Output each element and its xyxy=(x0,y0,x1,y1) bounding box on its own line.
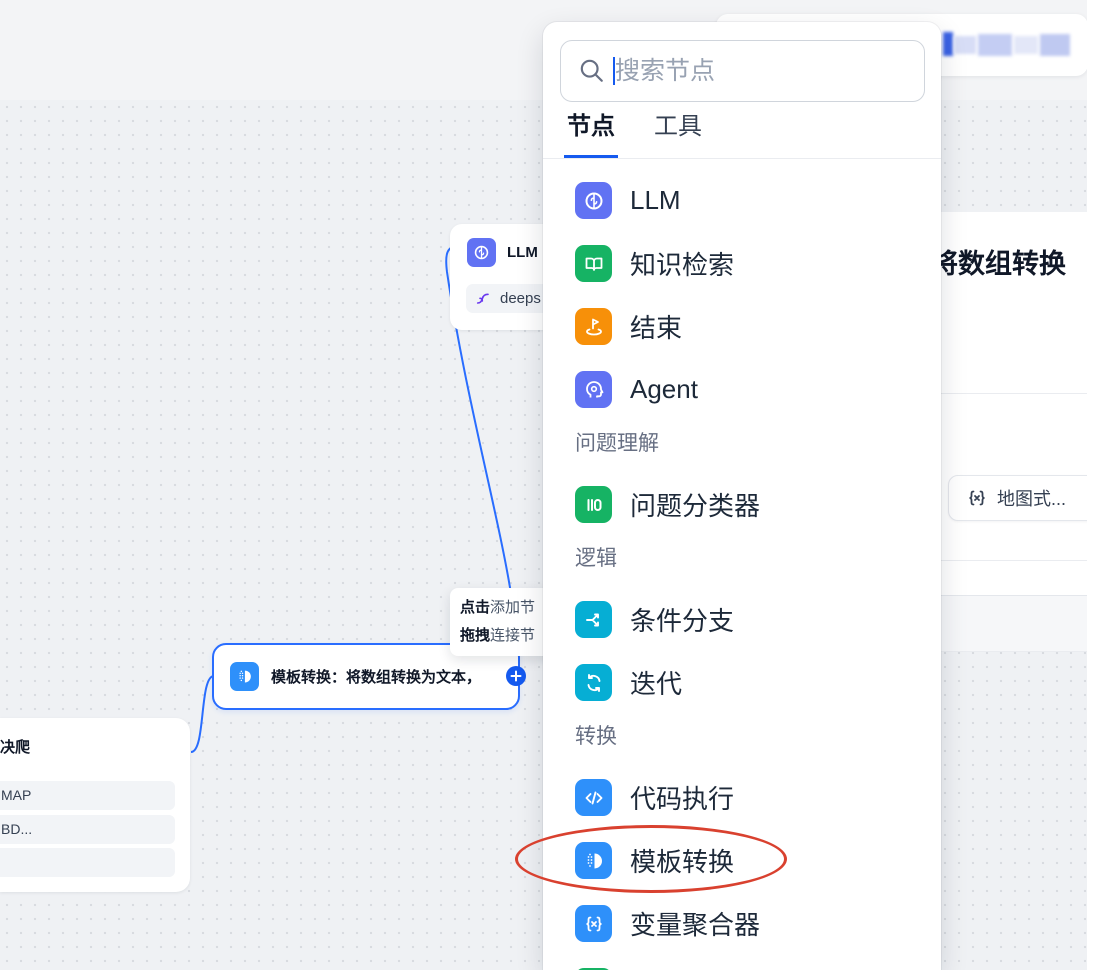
crawler-node-row: MAP xyxy=(0,781,175,810)
list-item-knowledge-retrieval[interactable]: 知识检索 xyxy=(543,232,941,295)
list-item-variable-aggregator[interactable]: 变量聚合器 xyxy=(543,892,941,955)
crawler-node-row-empty xyxy=(0,848,175,877)
blurred-content xyxy=(943,32,953,56)
window-edge xyxy=(1087,0,1098,970)
book-icon xyxy=(575,245,612,282)
variable-aggregator-icon xyxy=(575,905,612,942)
model-name: deeps xyxy=(500,290,541,307)
edge-template-to-crawler xyxy=(190,675,215,753)
list-item-iteration[interactable]: 迭代 xyxy=(543,651,941,714)
deepseek-icon xyxy=(476,293,489,304)
list-item-label: 代码执行 xyxy=(630,784,735,814)
tab-bar: 节点 工具 xyxy=(564,102,705,158)
list-item-label: 知识检索 xyxy=(630,250,735,280)
tooltip-drag-strong: 拖拽 xyxy=(460,627,491,644)
variable-chip[interactable]: 地图式... xyxy=(948,475,1088,521)
search-box[interactable] xyxy=(560,40,925,102)
list-item-agent[interactable]: Agent xyxy=(543,358,941,421)
list-item-label: 结束 xyxy=(630,313,683,343)
list-item-code[interactable]: 代码执行 xyxy=(543,766,941,829)
tooltip-click-strong: 点击 xyxy=(460,599,491,616)
node-detail-panel: 将数组转换 地图式... xyxy=(941,212,1088,596)
list-item-question-classifier[interactable]: 问题分类器 xyxy=(543,473,941,536)
template-icon xyxy=(230,662,259,691)
tooltip-click-text: 添加节 xyxy=(490,599,536,616)
add-node-button[interactable] xyxy=(506,666,526,686)
search-input[interactable] xyxy=(561,41,924,101)
section-header: 转换 xyxy=(575,725,617,748)
highlight-annotation-ellipse xyxy=(515,825,787,893)
list-item-end[interactable]: 结束 xyxy=(543,295,941,358)
list-item-llm[interactable]: LLM xyxy=(543,169,941,232)
panel-footer-band xyxy=(941,596,1088,652)
list-item-label: 问题分类器 xyxy=(630,491,761,521)
code-icon xyxy=(575,779,612,816)
branch-icon xyxy=(575,601,612,638)
crawler-node-row: BD... xyxy=(0,815,175,844)
blurred-content xyxy=(954,36,976,54)
crawler-node[interactable]: 决爬 MAP BD... xyxy=(0,718,190,892)
template-node-title: 模板转换：将数组转换为文本， xyxy=(271,669,482,686)
list-item-label: 变量聚合器 xyxy=(630,910,761,940)
brain-icon xyxy=(575,182,612,219)
section-header: 逻辑 xyxy=(575,547,617,570)
variable-chip-label: 地图式... xyxy=(997,489,1067,509)
panel-divider xyxy=(941,393,1088,394)
panel-divider xyxy=(941,560,1088,561)
crawler-node-title: 决爬 xyxy=(0,739,31,756)
tooltip-drag-text: 连接节 xyxy=(490,627,536,644)
llm-node-title: LLM xyxy=(507,244,538,261)
flag-icon xyxy=(575,308,612,345)
blurred-content xyxy=(1014,36,1038,54)
plus-icon xyxy=(510,670,522,682)
text-caret xyxy=(613,57,615,85)
variable-icon xyxy=(969,490,985,506)
list-item-label: 条件分支 xyxy=(630,606,735,636)
agent-icon xyxy=(575,371,612,408)
panel-title: 将数组转换 xyxy=(941,249,1066,279)
list-item-label: LLM xyxy=(630,185,681,215)
tab-tools[interactable]: 工具 xyxy=(651,102,705,158)
classifier-icon xyxy=(575,486,612,523)
list-item-partial[interactable] xyxy=(543,955,941,970)
loop-icon xyxy=(575,664,612,701)
tab-nodes[interactable]: 节点 xyxy=(564,102,618,158)
blurred-content xyxy=(978,34,1012,56)
list-item-label: 迭代 xyxy=(630,669,683,699)
section-header: 问题理解 xyxy=(575,432,659,455)
list-item-label: Agent xyxy=(630,374,698,404)
brain-icon xyxy=(467,238,496,267)
blurred-content xyxy=(1040,34,1070,56)
list-item-if-else[interactable]: 条件分支 xyxy=(543,588,941,651)
tabs-divider xyxy=(543,158,941,159)
